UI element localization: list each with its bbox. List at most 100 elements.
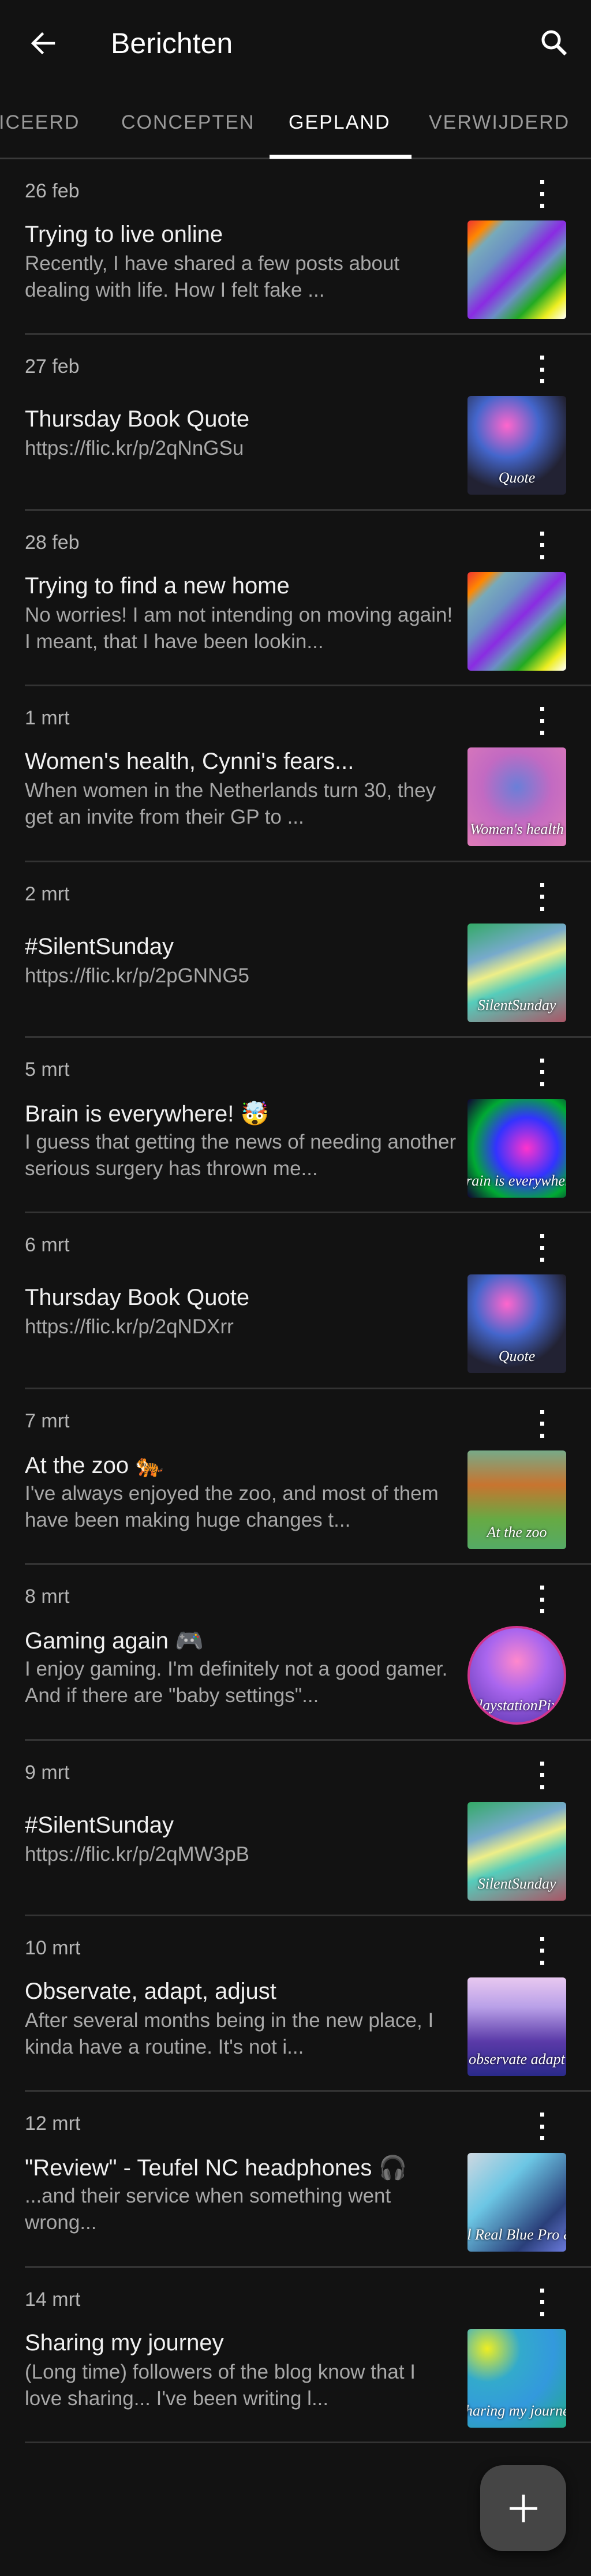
more-options-icon[interactable] [533,1407,551,1441]
post-excerpt: I guess that getting the news of needing… [25,1130,457,1180]
post-list-item[interactable]: 10 mrt Observate, adapt, adjust After se… [25,1916,591,2092]
post-date: 27 feb [25,356,80,378]
tab-concepten[interactable]: CONCEPTEN [121,92,255,158]
post-title: Trying to live online [25,222,223,247]
thumbnail-caption: Teufel Real Blue Pro & NC [467,2226,566,2244]
post-title: Gaming again 🎮 [25,1628,204,1654]
tab-bar: ICEERD CONCEPTEN GEPLAND VERWIJDERD [0,92,591,159]
post-date: 8 mrt [25,1586,70,1608]
post-excerpt: https://flic.kr/p/2pGNNG5 [25,964,250,987]
tab-verwijderd[interactable]: VERWIJDERD [429,92,570,158]
post-list: 26 feb Trying to live online Recently, I… [0,159,591,2444]
more-options-icon[interactable] [533,704,551,738]
thumbnail-caption: Quote [498,1348,536,1365]
back-button[interactable] [23,23,63,63]
search-icon [541,30,567,56]
post-title: At the zoo 🐅 [25,1452,164,1478]
post-date: 14 mrt [25,2288,81,2310]
post-excerpt: ...and their service when something went… [25,2185,391,2234]
thumbnail-caption: SilentSunday [477,1875,556,1892]
post-list-item[interactable]: 9 mrt #SilentSunday https://flic.kr/p/2q… [25,1741,591,1916]
post-title: Women's health, Cynni's fears... [25,749,354,775]
post-list-item[interactable]: 6 mrt Thursday Book Quote https://flic.k… [25,1213,591,1389]
post-thumbnail [467,571,566,671]
tab-gepland[interactable]: GEPLAND [289,92,391,158]
post-date: 28 feb [25,531,80,554]
post-list-item[interactable]: 2 mrt #SilentSunday https://flic.kr/p/2p… [25,862,591,1038]
arrow-left-icon [31,32,55,55]
post-date: 6 mrt [25,1234,70,1257]
post-thumbnail: SilentSunday [467,1801,566,1901]
more-options-icon[interactable] [533,1231,551,1265]
post-title: "Review" - Teufel NC headphones 🎧 [25,2155,407,2181]
post-thumbnail: observate adapt [467,1977,566,2076]
post-excerpt: https://flic.kr/p/2qNDXrr [25,1315,234,1339]
post-excerpt: I enjoy gaming. I'm definitely not a goo… [25,1658,448,1707]
more-options-icon[interactable] [533,2285,551,2320]
post-date: 2 mrt [25,883,70,905]
thumbnail-caption: Brain is everywhere [467,1172,566,1189]
post-thumbnail: Teufel Real Blue Pro & NC [467,2153,566,2252]
post-thumbnail: At the zoo [467,1450,566,1549]
post-list-item[interactable]: 5 mrt Brain is everywhere! 🤯 I guess tha… [25,1038,591,1214]
more-options-icon[interactable] [533,177,551,211]
post-list-item[interactable]: 12 mrt "Review" - Teufel NC headphones 🎧… [25,2092,591,2268]
thumbnail-caption: At the zoo [487,1523,547,1541]
post-title: #SilentSunday [25,933,174,959]
tab-gepubliceerd[interactable]: ICEERD [0,92,80,158]
post-list-item[interactable]: 1 mrt Women's health, Cynni's fears... W… [25,686,591,862]
post-list-item[interactable]: 14 mrt Sharing my journey (Long time) fo… [25,2268,591,2444]
post-excerpt: Recently, I have shared a few posts abou… [25,252,400,301]
thumbnail-caption: PlaystationPixy [469,1697,564,1714]
post-excerpt: https://flic.kr/p/2qMW3pB [25,1842,250,1865]
more-options-icon[interactable] [533,1758,551,1793]
post-thumbnail: Sharing my journey [467,2328,566,2428]
post-list-item[interactable]: 27 feb Thursday Book Quote https://flic.… [25,335,591,511]
search-button[interactable] [533,22,575,63]
post-excerpt: No worries! I am not intending on moving… [25,603,453,653]
thumbnail-caption: Women's health [470,821,564,838]
post-list-item[interactable]: 28 feb Trying to find a new home No worr… [25,511,591,687]
plus-icon [509,2494,537,2522]
more-options-icon[interactable] [533,880,551,914]
thumbnail-caption: Sharing my journey [467,2402,566,2419]
post-list-item[interactable]: 7 mrt At the zoo 🐅 I've always enjoyed t… [25,1389,591,1565]
post-thumbnail: Quote [467,396,566,495]
post-title: Sharing my journey [25,2330,224,2356]
post-thumbnail: Women's health [467,747,566,847]
more-options-icon[interactable] [533,2109,551,2144]
post-thumbnail: Brain is everywhere [467,1098,566,1198]
post-excerpt: After several months being in the new pl… [25,2009,434,2058]
more-options-icon[interactable] [533,1055,551,1090]
thumbnail-caption: observate adapt [469,2050,565,2067]
more-options-icon[interactable] [533,1582,551,1617]
active-tab-indicator [270,155,412,159]
post-thumbnail: SilentSunday [467,923,566,1022]
post-excerpt: I've always enjoyed the zoo, and most of… [25,1482,439,1531]
post-date: 10 mrt [25,1936,81,1959]
post-thumbnail: PlaystationPixy [467,1626,566,1725]
new-post-button[interactable] [480,2465,566,2551]
post-title: Brain is everywhere! 🤯 [25,1101,270,1127]
post-list-item[interactable]: 8 mrt Gaming again 🎮 I enjoy gaming. I'm… [25,1565,591,1741]
more-options-icon[interactable] [533,528,551,563]
post-excerpt: https://flic.kr/p/2qNnGSu [25,437,244,460]
post-title: Trying to find a new home [25,573,290,599]
post-title: Thursday Book Quote [25,406,250,432]
page-title: Berichten [111,27,233,59]
post-date: 26 feb [25,180,80,202]
thumbnail-caption: SilentSunday [477,996,556,1014]
more-options-icon[interactable] [533,352,551,387]
post-date: 1 mrt [25,707,70,730]
post-title: Thursday Book Quote [25,1285,250,1311]
post-date: 9 mrt [25,1761,70,1784]
post-excerpt: (Long time) followers of the blog know t… [25,2360,416,2410]
post-list-item[interactable]: 26 feb Trying to live online Recently, I… [25,159,591,335]
post-date: 12 mrt [25,2113,81,2135]
post-date: 7 mrt [25,1409,70,1432]
post-thumbnail [467,220,566,319]
post-thumbnail: Quote [467,1274,566,1374]
app-bar: Berichten [0,0,591,87]
post-title: #SilentSunday [25,1812,174,1838]
more-options-icon[interactable] [533,1934,551,1968]
